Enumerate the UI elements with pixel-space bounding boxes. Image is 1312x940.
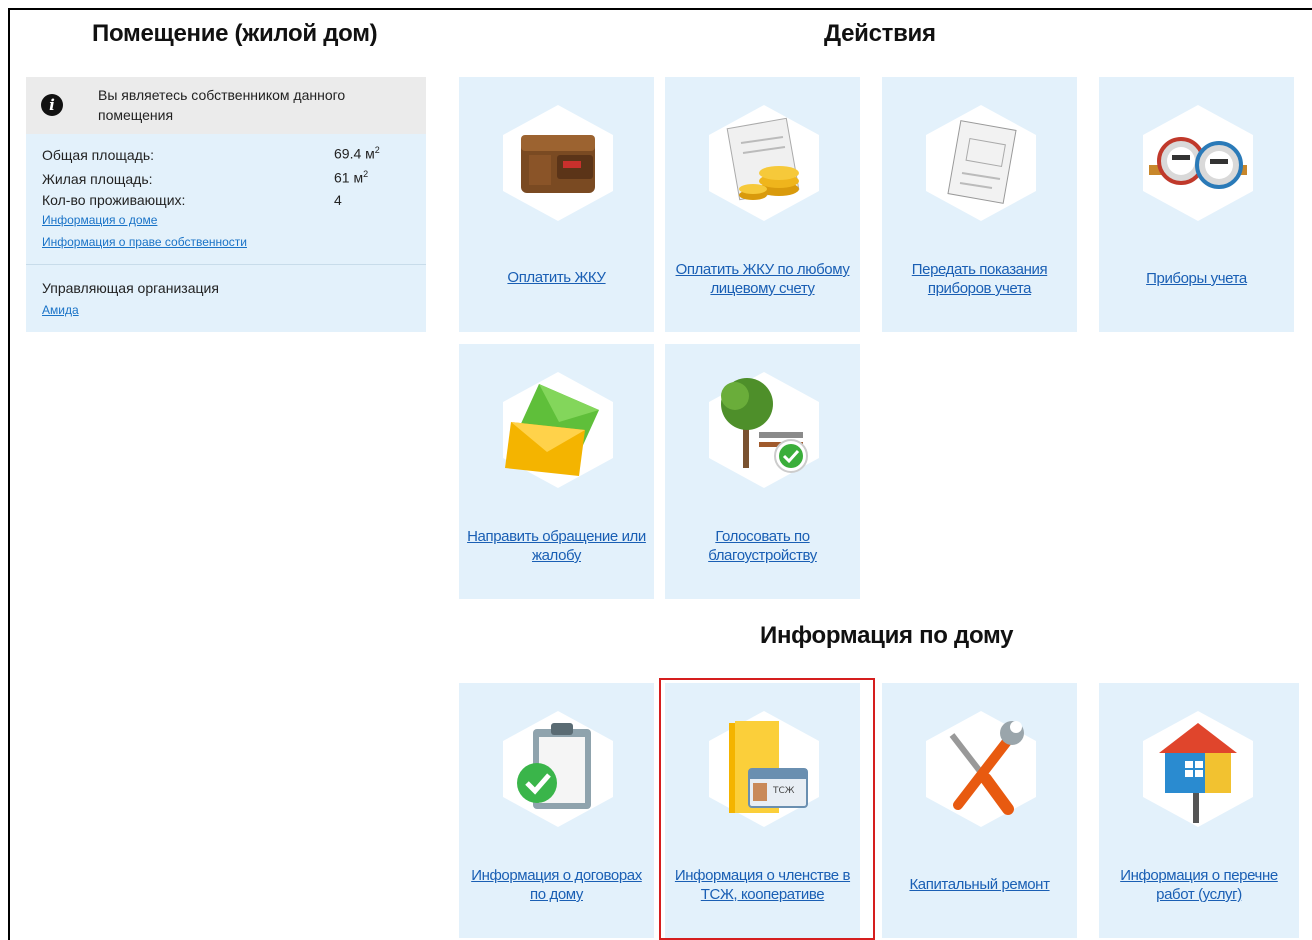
frame-top-border (8, 8, 1312, 10)
tile-meters[interactable]: Приборы учета (1099, 77, 1294, 332)
tile-works-list[interactable]: Информация о перечне работ (услуг) (1099, 683, 1299, 938)
wallet-icon (499, 103, 617, 223)
highlight-frame (659, 678, 875, 940)
actions-heading: Действия (824, 20, 936, 47)
info-icon: i (41, 94, 63, 116)
tile-house-contracts-link[interactable]: Информация о договорах по дому (467, 866, 646, 904)
tile-capital-repair-link[interactable]: Капитальный ремонт (890, 875, 1069, 894)
tile-vote-improvement[interactable]: Голосовать по благоустройству (665, 344, 860, 599)
coins-bill-icon (705, 103, 823, 223)
wrench-screwdriver-icon (922, 709, 1040, 829)
total-area-value: 69.4 м2 (334, 145, 380, 162)
tree-bench-check-icon (705, 370, 823, 490)
tile-send-appeal[interactable]: Направить обращение или жалобу (459, 344, 654, 599)
living-area-value: 61 м2 (334, 169, 369, 186)
water-meters-icon (1139, 103, 1257, 223)
tile-pay-utilities-link[interactable]: Оплатить ЖКУ (467, 268, 646, 287)
tile-pay-any-account[interactable]: Оплатить ЖКУ по любому лицевому счету (665, 77, 860, 332)
readings-form-icon (922, 103, 1040, 223)
room-heading: Помещение (жилой дом) (92, 20, 378, 47)
management-org-label: Управляющая организация (42, 280, 219, 296)
tile-submit-readings[interactable]: Передать показания приборов учета (882, 77, 1077, 332)
sidebar-divider (26, 264, 426, 265)
house-info-heading: Информация по дому (760, 622, 1014, 649)
management-org-link[interactable]: Амида (42, 303, 79, 317)
tile-capital-repair[interactable]: Капитальный ремонт (882, 683, 1077, 938)
tile-meters-link[interactable]: Приборы учета (1107, 269, 1286, 288)
total-area-label: Общая площадь: (42, 147, 155, 163)
tile-submit-readings-link[interactable]: Передать показания приборов учета (890, 260, 1069, 298)
tile-pay-utilities[interactable]: Оплатить ЖКУ (459, 77, 654, 332)
residents-count-value: 4 (334, 192, 342, 208)
house-info-link[interactable]: Информация о доме (42, 213, 157, 227)
room-info-panel: i Вы являетесь собственником данного пом… (26, 77, 426, 332)
ownership-info-link[interactable]: Информация о праве собственности (42, 235, 247, 249)
envelopes-icon (499, 370, 617, 490)
tile-send-appeal-link[interactable]: Направить обращение или жалобу (467, 527, 646, 565)
owner-notice-box: i Вы являетесь собственником данного пом… (26, 77, 426, 134)
house-paint-roller-icon (1139, 709, 1257, 829)
tile-vote-improvement-link[interactable]: Голосовать по благоустройству (673, 527, 852, 565)
residents-count-label: Кол-во проживающих: (42, 192, 186, 208)
clipboard-check-icon (499, 709, 617, 829)
frame-left-border (8, 8, 10, 940)
owner-notice-text: Вы являетесь собственником данного помещ… (98, 87, 346, 123)
tile-pay-any-account-link[interactable]: Оплатить ЖКУ по любому лицевому счету (673, 260, 852, 298)
living-area-label: Жилая площадь: (42, 171, 153, 187)
tile-house-contracts[interactable]: Информация о договорах по дому (459, 683, 654, 938)
tile-works-list-link[interactable]: Информация о перечне работ (услуг) (1107, 866, 1291, 904)
